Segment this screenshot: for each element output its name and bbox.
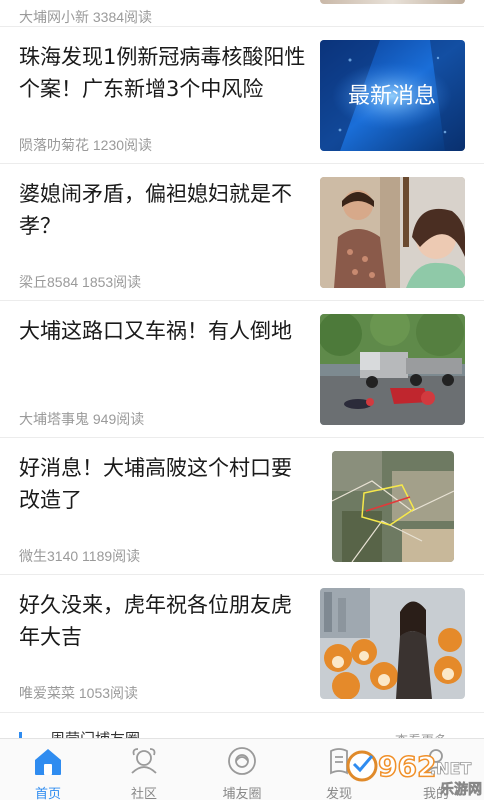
news-thumbnail bbox=[320, 314, 465, 425]
item-meta: 大埔塔事鬼 949阅读 bbox=[19, 411, 145, 427]
item-meta: 大埔网小新 3384阅读 bbox=[19, 9, 153, 25]
svg-text:962: 962 bbox=[378, 750, 436, 783]
news-thumbnail bbox=[320, 177, 465, 288]
news-thumbnail bbox=[320, 0, 465, 4]
section-title: 周营门埔友圈 bbox=[50, 728, 140, 738]
see-more-link[interactable]: 查看更多 › bbox=[395, 730, 456, 738]
tab-community[interactable]: 社区 bbox=[96, 739, 192, 800]
item-meta: 唯爱菜菜 1053阅读 bbox=[19, 685, 139, 701]
item-title[interactable]: 好消息！大埔高陂这个村口要改造了 bbox=[19, 452, 309, 516]
news-feed: 大埔网小新 3384阅读 珠海发现1例新冠病毒核酸阳性个案！广东新增3个中风险 … bbox=[0, 0, 484, 738]
list-item[interactable]: 好消息！大埔高陂这个村口要改造了 微生3140 1189阅读 bbox=[0, 438, 484, 575]
community-icon bbox=[128, 745, 160, 777]
item-meta: 微生3140 1189阅读 bbox=[19, 548, 141, 564]
item-title[interactable]: 好久没来，虎年祝各位朋友虎年大吉 bbox=[19, 589, 309, 653]
list-item[interactable]: 珠海发现1例新冠病毒核酸阳性个案！广东新增3个中风险 陨落叻菊花 1230阅读 bbox=[0, 27, 484, 164]
friends-circle-icon bbox=[226, 745, 258, 777]
section-header: 周营门埔友圈 查看更多 › bbox=[0, 724, 484, 738]
item-title[interactable]: 婆媳闹矛盾，偏袒媳妇就是不孝？ bbox=[19, 178, 309, 242]
item-meta: 梁丘8584 1853阅读 bbox=[19, 274, 142, 290]
list-item[interactable]: 大埔这路口又车祸！有人倒地 大埔塔事鬼 949阅读 bbox=[0, 301, 484, 438]
tab-label: 埔友圈 bbox=[222, 787, 262, 800]
news-thumbnail bbox=[332, 451, 454, 562]
list-item[interactable]: 婆媳闹矛盾，偏袒媳妇就是不孝？ 梁丘8584 1853阅读 bbox=[0, 164, 484, 301]
home-icon bbox=[32, 745, 64, 777]
svg-text:乐游网: 乐游网 bbox=[440, 781, 482, 798]
site-watermark: 962 .NET 乐游网 bbox=[344, 744, 482, 798]
svg-text:.NET: .NET bbox=[430, 759, 471, 778]
item-title[interactable]: 大埔这路口又车祸！有人倒地 bbox=[19, 315, 309, 347]
tab-label: 社区 bbox=[130, 787, 157, 800]
tab-label: 首页 bbox=[34, 787, 61, 800]
news-thumbnail: 最新消息 bbox=[320, 40, 465, 151]
list-item[interactable]: 好久没来，虎年祝各位朋友虎年大吉 唯爱菜菜 1053阅读 bbox=[0, 575, 484, 713]
item-meta: 陨落叻菊花 1230阅读 bbox=[19, 137, 153, 153]
item-title[interactable]: 珠海发现1例新冠病毒核酸阳性个案！广东新增3个中风险 bbox=[19, 41, 309, 105]
list-item[interactable]: 大埔网小新 3384阅读 bbox=[0, 0, 484, 27]
thumbnail-text: 最新消息 bbox=[348, 84, 436, 109]
tab-home[interactable]: 首页 bbox=[0, 739, 96, 800]
tab-friends-circle[interactable]: 埔友圈 bbox=[194, 739, 290, 800]
news-thumbnail bbox=[320, 588, 465, 699]
